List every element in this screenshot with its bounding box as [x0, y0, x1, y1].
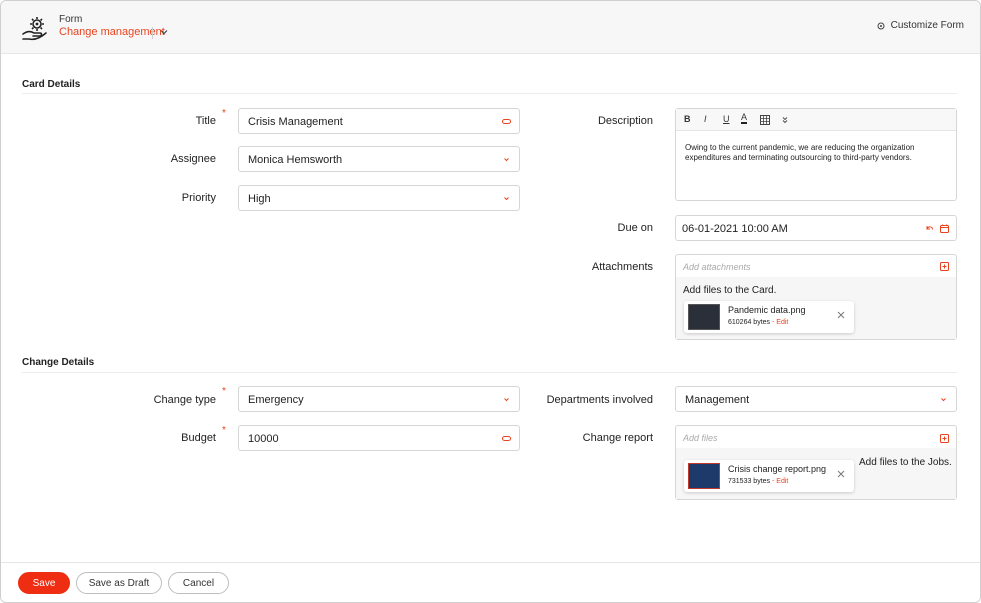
- change-report-label: Change report: [582, 432, 653, 444]
- close-icon[interactable]: [836, 310, 846, 320]
- file-name: Crisis change report.png: [728, 464, 827, 474]
- chevron-down-icon: [504, 158, 509, 162]
- title-value: Crisis Management: [248, 116, 343, 128]
- required-marker: *: [222, 425, 226, 436]
- attach-file-icon[interactable]: [939, 261, 950, 272]
- assignee-value: Monica Hemsworth: [248, 154, 343, 166]
- required-marker: *: [222, 108, 226, 119]
- attach-file-icon[interactable]: [939, 433, 950, 444]
- file-size-row: 731533 bytes - Edit: [728, 478, 788, 485]
- due-on-value: 06-01-2021 10:00 AM: [682, 223, 788, 235]
- change-type-label: Change type: [153, 394, 216, 406]
- form-name[interactable]: Change management: [59, 26, 165, 38]
- close-icon[interactable]: [836, 469, 846, 479]
- change-details-heading: Change Details: [22, 357, 95, 368]
- change-type-select[interactable]: Emergency: [238, 386, 520, 412]
- file-size-row: 610264 bytes - Edit: [728, 319, 788, 326]
- form-header: Form Change management Customize Form: [1, 1, 980, 54]
- gear-icon: [877, 22, 885, 29]
- change-type-value: Emergency: [248, 394, 304, 406]
- more-options-icon[interactable]: [781, 116, 789, 124]
- priority-value: High: [248, 193, 271, 205]
- eraser-icon[interactable]: [501, 116, 512, 127]
- file-edit-link[interactable]: - Edit: [772, 319, 788, 326]
- customize-form-button[interactable]: Customize Form: [876, 20, 964, 31]
- italic-button[interactable]: I: [704, 114, 707, 124]
- attachments-drop-area[interactable]: Add files to the Card. Pandemic data.png…: [676, 277, 956, 339]
- table-icon[interactable]: [760, 115, 770, 125]
- chevron-down-icon[interactable]: [158, 26, 170, 38]
- change-report-field[interactable]: Add files Crisis change report.png 73153…: [675, 425, 957, 500]
- attachments-placeholder: Add attachments: [683, 262, 751, 272]
- description-editor[interactable]: B I U A Owing to the current pandemic, w…: [675, 108, 957, 201]
- header-divider: [152, 27, 153, 39]
- form-window: Form Change management Customize Form Ca…: [0, 0, 981, 603]
- budget-label: Budget: [181, 432, 216, 444]
- card-details-heading: Card Details: [22, 79, 81, 90]
- customize-form-label: Customize Form: [890, 20, 964, 31]
- calendar-icon[interactable]: [939, 223, 950, 234]
- attachments-drop-text: Add files to the Card.: [683, 285, 777, 296]
- chevron-down-icon: [504, 197, 509, 201]
- underline-button[interactable]: U: [723, 114, 730, 124]
- save-as-draft-button[interactable]: Save as Draft: [76, 572, 162, 594]
- text-color-button[interactable]: A: [741, 112, 748, 124]
- attachment-file-card: Pandemic data.png 610264 bytes - Edit: [684, 301, 854, 333]
- form-footer: Save Save as Draft Cancel: [1, 562, 980, 602]
- save-button[interactable]: Save: [18, 572, 70, 594]
- title-label: Title: [195, 115, 216, 127]
- section-divider: [22, 93, 957, 94]
- eraser-icon[interactable]: [501, 433, 512, 444]
- chevron-down-icon: [941, 398, 946, 402]
- file-name: Pandemic data.png: [728, 305, 806, 315]
- required-marker: *: [222, 386, 226, 397]
- priority-select[interactable]: High: [238, 185, 520, 211]
- assignee-label: Assignee: [170, 153, 216, 165]
- cancel-button[interactable]: Cancel: [168, 572, 229, 594]
- file-size: 610264 bytes: [728, 319, 771, 326]
- assignee-select[interactable]: Monica Hemsworth: [238, 146, 520, 172]
- file-thumbnail: [688, 304, 720, 330]
- form-gear-hand-icon: [22, 17, 47, 41]
- title-input[interactable]: Crisis Management: [238, 108, 520, 134]
- change-report-drop-area[interactable]: Crisis change report.png 731533 bytes - …: [676, 448, 956, 499]
- due-on-label: Due on: [617, 222, 653, 234]
- change-report-drop-text: Add files to the Jobs.: [859, 457, 952, 468]
- departments-label: Departments involved: [546, 394, 653, 406]
- attachments-field[interactable]: Add attachments Add files to the Card. P…: [675, 254, 957, 340]
- change-report-placeholder: Add files: [683, 433, 718, 443]
- file-thumbnail: [688, 463, 720, 489]
- description-label: Description: [597, 115, 653, 127]
- departments-value: Management: [685, 394, 750, 406]
- section-divider: [22, 372, 957, 373]
- file-size: 731533 bytes: [728, 478, 771, 485]
- reset-icon[interactable]: [924, 223, 935, 234]
- form-label: Form: [59, 14, 83, 25]
- file-edit-link[interactable]: - Edit: [772, 478, 788, 485]
- chevron-down-icon: [504, 398, 509, 402]
- rich-text-toolbar: B I U A: [676, 109, 956, 131]
- description-text: Owing to the current pandemic, we are re…: [685, 143, 915, 162]
- departments-select[interactable]: Management: [675, 386, 957, 412]
- budget-value: 10000: [248, 433, 279, 445]
- bold-button[interactable]: B: [684, 114, 691, 124]
- attachments-label: Attachments: [591, 261, 653, 273]
- due-on-input[interactable]: 06-01-2021 10:00 AM: [675, 215, 957, 241]
- priority-label: Priority: [181, 192, 216, 204]
- budget-input[interactable]: 10000: [238, 425, 520, 451]
- change-report-file-card: Crisis change report.png 731533 bytes - …: [684, 460, 854, 492]
